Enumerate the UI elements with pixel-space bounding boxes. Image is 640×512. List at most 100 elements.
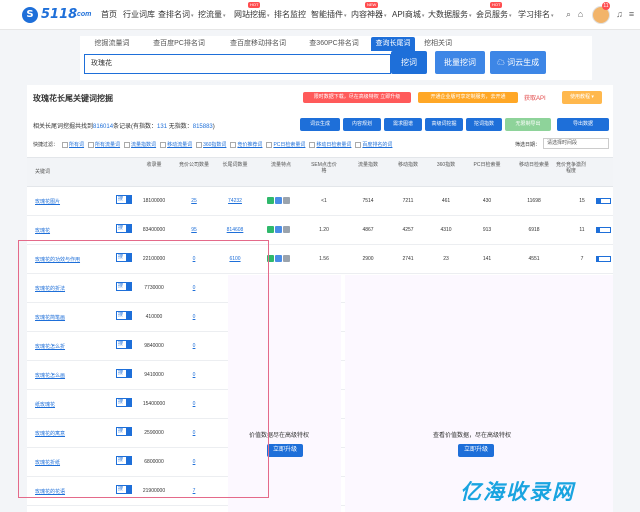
cell-ll: 7514 <box>362 198 374 204</box>
nav-item-label: 网站挖掘 <box>234 10 266 19</box>
search-engine-dropdown[interactable]: 搜 <box>116 224 132 233</box>
traffic-feature-icons <box>267 197 291 205</box>
premium-text-right: 查看价值数据，尽在高级特权 <box>433 433 512 439</box>
nav-item-8[interactable]: API商城▾ <box>392 10 424 21</box>
filter-option[interactable]: PC日检索量词 <box>273 142 305 148</box>
menu-icon[interactable]: ≡ <box>626 9 637 20</box>
filter-checkbox[interactable] <box>88 141 95 148</box>
column-header-10[interactable]: 移动日检索量 <box>517 162 551 168</box>
search-icon[interactable]: ⌕ <box>563 9 574 20</box>
tab-2[interactable]: 查百度移动排名词 <box>219 37 297 51</box>
cell-cw[interactable]: 814608 <box>220 227 250 233</box>
filter-checkbox[interactable] <box>309 141 316 148</box>
notification-bell-icon[interactable]: ♫ <box>614 9 625 20</box>
mobile-traffic-icon <box>275 255 282 262</box>
column-header-3[interactable]: 长尾词数量 <box>220 162 250 168</box>
date-range-select[interactable]: 请选择时间段 <box>543 138 609 149</box>
filter-checkbox[interactable] <box>230 141 237 148</box>
column-header-11[interactable]: 竞价竞争激烈程度 <box>554 162 588 174</box>
tab-1[interactable]: 查百度PC排名词 <box>143 37 215 51</box>
filter-option[interactable]: 流量指数词 <box>131 142 156 148</box>
keyword-search-input[interactable]: 玫瑰花 <box>84 54 391 74</box>
column-header-5[interactable]: SEM点击价格 <box>309 162 339 174</box>
nav-item-3[interactable]: 挖流量▾ <box>198 10 226 21</box>
filter-option[interactable]: 移动日检索量词 <box>316 142 351 148</box>
filter-checkbox[interactable] <box>62 141 69 148</box>
search-engine-dropdown[interactable]: 搜 <box>116 195 132 204</box>
filter-option[interactable]: 移动流量词 <box>167 142 192 148</box>
action-button-3[interactable]: 高级词挖掘 <box>425 118 463 131</box>
enterprise-tag[interactable]: 开通企业版可享定制服务，去开通 <box>418 92 518 103</box>
nav-item-6[interactable]: 智能插件▾ <box>311 10 347 21</box>
nav-item-label: 挖流量 <box>198 10 222 19</box>
column-header-7[interactable]: 移动指数 <box>393 162 423 168</box>
filter-option[interactable]: 百度排名的词 <box>362 142 392 148</box>
cell-sem: 1.56 <box>319 256 329 262</box>
column-header-8[interactable]: 360指数 <box>431 162 461 168</box>
cell-jj[interactable]: 25 <box>179 198 209 204</box>
keyword-link[interactable]: 玫瑰花图片 <box>35 198 60 205</box>
watermark-logo: 亿海收录网 <box>460 480 575 504</box>
action-button-4[interactable]: 挖词指数 <box>466 118 502 131</box>
column-header-1[interactable]: 收录量 <box>137 162 171 168</box>
column-header-2[interactable]: 竞价公司数量 <box>179 162 209 168</box>
column-header-4[interactable]: 流量特点 <box>266 162 296 168</box>
nav-item-1[interactable]: 行业词库 <box>123 10 155 20</box>
cell-pc: 913 <box>482 227 492 233</box>
cell-ll: 2900 <box>362 256 374 262</box>
filter-checkbox[interactable] <box>124 141 131 148</box>
cell-sem: <1 <box>321 198 327 204</box>
nav-item-4[interactable]: 网站挖掘▾ <box>234 10 270 21</box>
cell-s360: 4310 <box>440 227 452 233</box>
tab-3[interactable]: 查360PC排名词 <box>301 37 367 51</box>
column-header-9[interactable]: PC日检索量 <box>471 162 503 168</box>
column-header-6[interactable]: 流量指数 <box>353 162 383 168</box>
filter-checkbox[interactable] <box>266 141 273 148</box>
get-api-link[interactable]: 获取API <box>524 93 546 102</box>
nav-item-9[interactable]: 大数据服务▾ <box>428 10 472 21</box>
tutorial-button[interactable]: 使用教程 ▾ <box>562 91 602 104</box>
action-button-2[interactable]: 需求图谱 <box>384 118 422 131</box>
brand-logo[interactable]: S 5118 .com <box>22 6 98 24</box>
nav-item-5[interactable]: 排名监控 <box>274 10 306 20</box>
filter-checkbox[interactable] <box>196 141 203 148</box>
upgrade-button-left[interactable]: 立即升级 <box>267 444 303 457</box>
filter-option[interactable]: 竞价推荐词 <box>237 142 262 148</box>
word-cloud-button[interactable]: ☁ 词云生成 <box>490 51 546 74</box>
tab-4[interactable]: 查询长尾词 <box>371 37 415 51</box>
keyword-link[interactable]: 玫瑰花 <box>35 227 50 234</box>
nav-item-2[interactable]: 查排名词▾ <box>158 10 194 21</box>
nav-item-11[interactable]: 学习排名▾ <box>518 10 554 21</box>
batch-dig-button[interactable]: 批量挖词 <box>435 51 485 74</box>
cell-cw[interactable]: 74232 <box>220 198 250 204</box>
nav-item-10[interactable]: 会员服务▾ <box>476 10 512 21</box>
action-button-0[interactable]: 词云生成 <box>300 118 340 131</box>
action-button-1[interactable]: 内容规划 <box>343 118 381 131</box>
filter-option[interactable]: 所有流量词 <box>95 142 120 148</box>
upgrade-button-right[interactable]: 立即升级 <box>458 444 494 457</box>
cell-yd: 4257 <box>402 227 414 233</box>
cell-jj[interactable]: 95 <box>179 227 209 233</box>
chevron-down-icon: ▾ <box>384 13 387 19</box>
tab-5[interactable]: 挖相关词 <box>420 37 456 51</box>
tab-0[interactable]: 挖掘流量词 <box>84 37 140 51</box>
logo-badge-icon: S <box>22 7 38 23</box>
home-icon[interactable]: ⌂ <box>575 9 586 20</box>
nav-item-0[interactable]: 首页 <box>101 10 117 20</box>
action-button-5[interactable]: 无限制导出 <box>505 118 551 131</box>
filter-checkbox[interactable] <box>355 141 362 148</box>
pc-traffic-icon <box>267 226 274 233</box>
page-title: 玫瑰花长尾关键词挖掘 <box>33 94 113 103</box>
dig-word-button[interactable]: 挖词 <box>391 51 427 74</box>
traffic-feature-icons <box>267 226 291 234</box>
filter-checkbox[interactable] <box>160 141 167 148</box>
nav-item-7[interactable]: 内容神器▾ <box>351 10 387 21</box>
filter-option[interactable]: 360指数词 <box>203 142 226 148</box>
top-navigation-bar: S 5118 .com 首页 行业词库 查排名词▾ 挖流量▾ 网站挖掘▾ HOT 排名监控智… <box>0 0 640 30</box>
action-button-6[interactable]: 导出数据 <box>557 118 609 131</box>
search-panel: 挖掘流量词 查百度PC排名词 查百度移动排名词 查360PC排名词 查询长尾词 挖相关词 … <box>80 36 592 80</box>
chevron-down-icon: ▾ <box>267 13 270 19</box>
column-header-0[interactable]: 关键词 <box>35 169 75 175</box>
filter-option[interactable]: 所有词 <box>69 142 84 148</box>
download-upgrade-tag[interactable]: 限时数据下载，尽在高级特权 立即升级 <box>303 92 411 103</box>
